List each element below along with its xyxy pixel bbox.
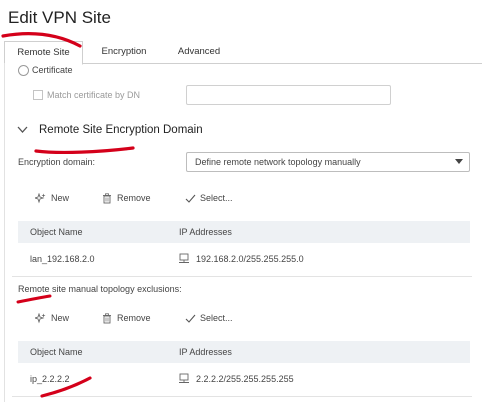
annotation-underline-title bbox=[1, 32, 82, 48]
annotation-underline-ip bbox=[40, 376, 92, 398]
annotation-underline-exclusions bbox=[16, 294, 52, 304]
annotation-underlines bbox=[1, 32, 135, 398]
annotation-underline-section bbox=[34, 146, 135, 155]
